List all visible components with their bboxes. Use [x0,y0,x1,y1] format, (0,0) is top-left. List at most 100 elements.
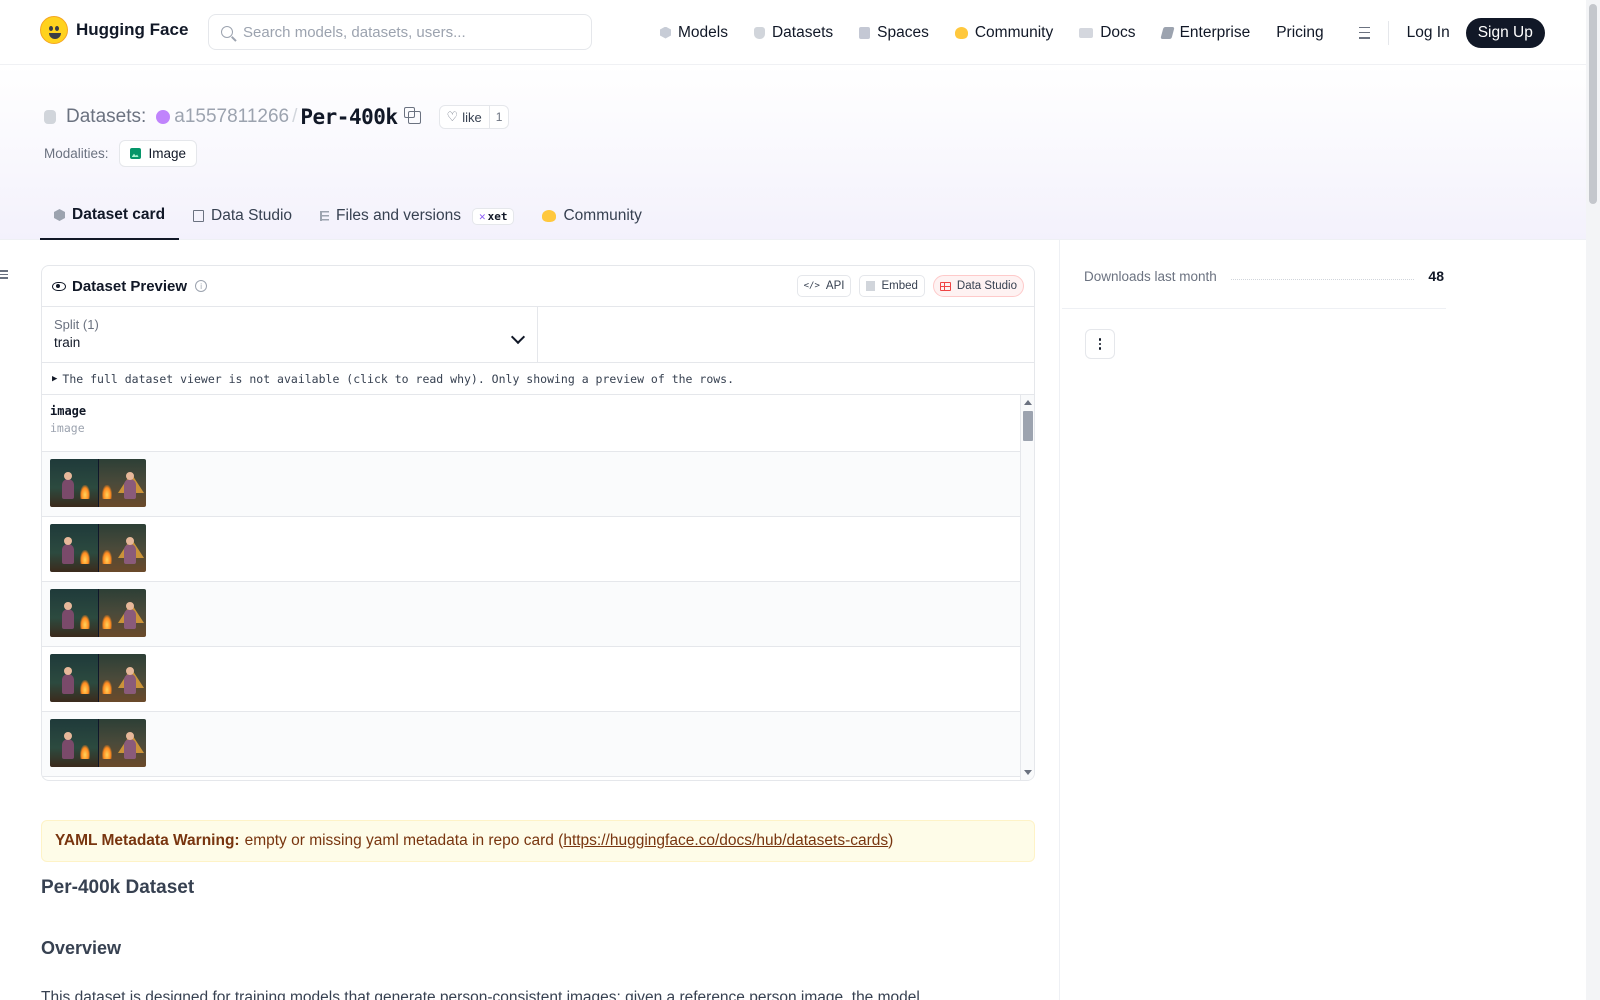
card-subheading: Overview [41,938,122,958]
data-studio-button[interactable]: Data Studio [932,275,1024,297]
search-box[interactable] [208,14,592,50]
login-link[interactable]: Log In [1407,24,1450,42]
nav-models[interactable]: Models [660,24,728,42]
eye-icon [52,281,66,291]
tab-dataset-card[interactable]: Dataset card [40,192,180,240]
card-heading: Per-400k Dataset [41,877,195,898]
like-widget: ♡ like 1 [438,105,510,129]
copy-icon[interactable] [403,106,421,124]
split-label: Split (1) [54,317,99,332]
table-icon [193,210,205,222]
brand-name: Hugging Face [76,20,189,39]
yaml-warning: YAML Metadata Warning: empty or missing … [41,820,1035,862]
hugging-face-logo-icon [40,16,68,44]
modalities-label: Modalities: [44,146,109,161]
nav-enterprise[interactable]: Enterprise [1159,24,1250,42]
database-icon [44,110,56,124]
more-menu-icon[interactable] [1350,26,1370,39]
table-row[interactable] [42,517,1020,582]
files-icon [320,211,330,221]
datasets-link[interactable]: Datasets: [66,106,146,128]
scroll-up-icon[interactable] [1024,400,1032,405]
nav-community[interactable]: Community [954,24,1053,42]
warning-title: YAML Metadata Warning: [55,832,240,849]
owner-link[interactable]: a1557811266 [174,106,289,128]
modality-chip-image[interactable]: Image [118,140,198,167]
modalities-row: Modalities: Image [44,140,198,167]
viewer-notice[interactable]: ▶ The full dataset viewer is not availab… [42,363,1034,395]
image-thumbnail[interactable] [50,524,146,572]
embed-icon [866,281,876,291]
like-count[interactable]: 1 [488,106,509,128]
image-thumbnail[interactable] [50,589,146,637]
code-icon: </> [803,281,820,291]
search-input[interactable] [243,23,573,41]
cube-icon [54,209,65,221]
dataset-preview: Dataset Preview i </> API Embed Data Stu… [41,265,1035,781]
sidebar-toggle-icon[interactable] [0,270,9,279]
table-row[interactable] [42,712,1020,777]
nav-docs[interactable]: Docs [1079,24,1136,42]
top-navbar: Hugging Face Models Datasets Spaces Comm… [0,0,1586,65]
nav-pricing[interactable]: Pricing [1276,24,1323,42]
nav-links: Models Datasets Spaces Community Docs En… [660,0,1545,65]
repo-name[interactable]: Per-400k [300,105,398,129]
image-thumbnail[interactable] [50,719,146,767]
downloads-stat: Downloads last month 48 [1084,268,1444,284]
preview-header: Dataset Preview i </> API Embed Data Stu… [42,266,1034,307]
table-row[interactable] [42,452,1020,517]
table-row[interactable] [42,647,1020,712]
heart-icon: ♡ [446,109,459,124]
page-scrollbar-thumb[interactable] [1589,4,1597,204]
repo-header: Datasets: a1557811266 / Per-400k ♡ like … [0,65,1586,240]
hf-logo[interactable]: Hugging Face [40,16,188,44]
card-paragraph: This dataset is designed for training mo… [41,989,920,1000]
more-options-button[interactable] [1085,329,1115,359]
sidebar-divider [1059,240,1060,1000]
split-value: train [54,335,81,350]
user-avatar[interactable] [156,110,171,124]
spaces-grid-icon [859,26,871,39]
signup-button[interactable]: Sign Up [1465,17,1545,48]
book-icon [1079,27,1094,38]
database-icon [753,26,765,39]
nav-datasets[interactable]: Datasets [753,24,833,42]
scroll-down-icon[interactable] [1024,770,1032,775]
repo-title: Datasets: a1557811266 / Per-400k ♡ like … [44,103,510,131]
image-icon [129,148,141,159]
split-row: Split (1) train [42,307,1034,363]
path-separator: / [292,106,298,127]
cube-icon [660,26,671,39]
image-thumbnail[interactable] [50,654,146,702]
community-icon [542,210,557,222]
downloads-value: 48 [1428,268,1444,284]
like-button[interactable]: ♡ like [440,106,489,128]
split-select[interactable]: Split (1) train [42,307,538,362]
downloads-label: Downloads last month [1084,268,1217,284]
sidebar-separator [1062,308,1446,309]
info-icon[interactable]: i [195,280,208,292]
embed-button[interactable]: Embed [859,275,925,297]
xet-badge: ✕ xet [471,207,515,225]
image-thumbnail[interactable] [50,459,146,507]
table-scrollbar[interactable] [1020,395,1034,780]
tab-data-studio[interactable]: Data Studio [179,192,306,240]
tab-files-and-versions[interactable]: Files and versions ✕ xet [306,192,528,240]
column-name: image [50,404,87,418]
table-row[interactable] [42,582,1020,647]
repo-tabs: Dataset card Data Studio Files and versi… [40,192,656,240]
community-icon [954,26,968,39]
table-rows [42,452,1034,777]
warning-text: empty or missing yaml metadata in repo c… [244,832,564,849]
nav-divider [1387,20,1389,45]
api-button[interactable]: </> API [796,275,852,297]
warning-link[interactable]: https://huggingface.co/docs/hub/datasets… [563,832,888,850]
page-scrollbar[interactable] [1586,0,1600,1000]
dotted-leader [1230,272,1415,280]
preview-table: image image [42,395,1034,780]
scrollbar-thumb[interactable] [1023,411,1033,441]
column-type: image [50,421,85,435]
nav-spaces[interactable]: Spaces [859,24,929,42]
search-icon [221,26,233,38]
tab-community[interactable]: Community [528,192,655,240]
